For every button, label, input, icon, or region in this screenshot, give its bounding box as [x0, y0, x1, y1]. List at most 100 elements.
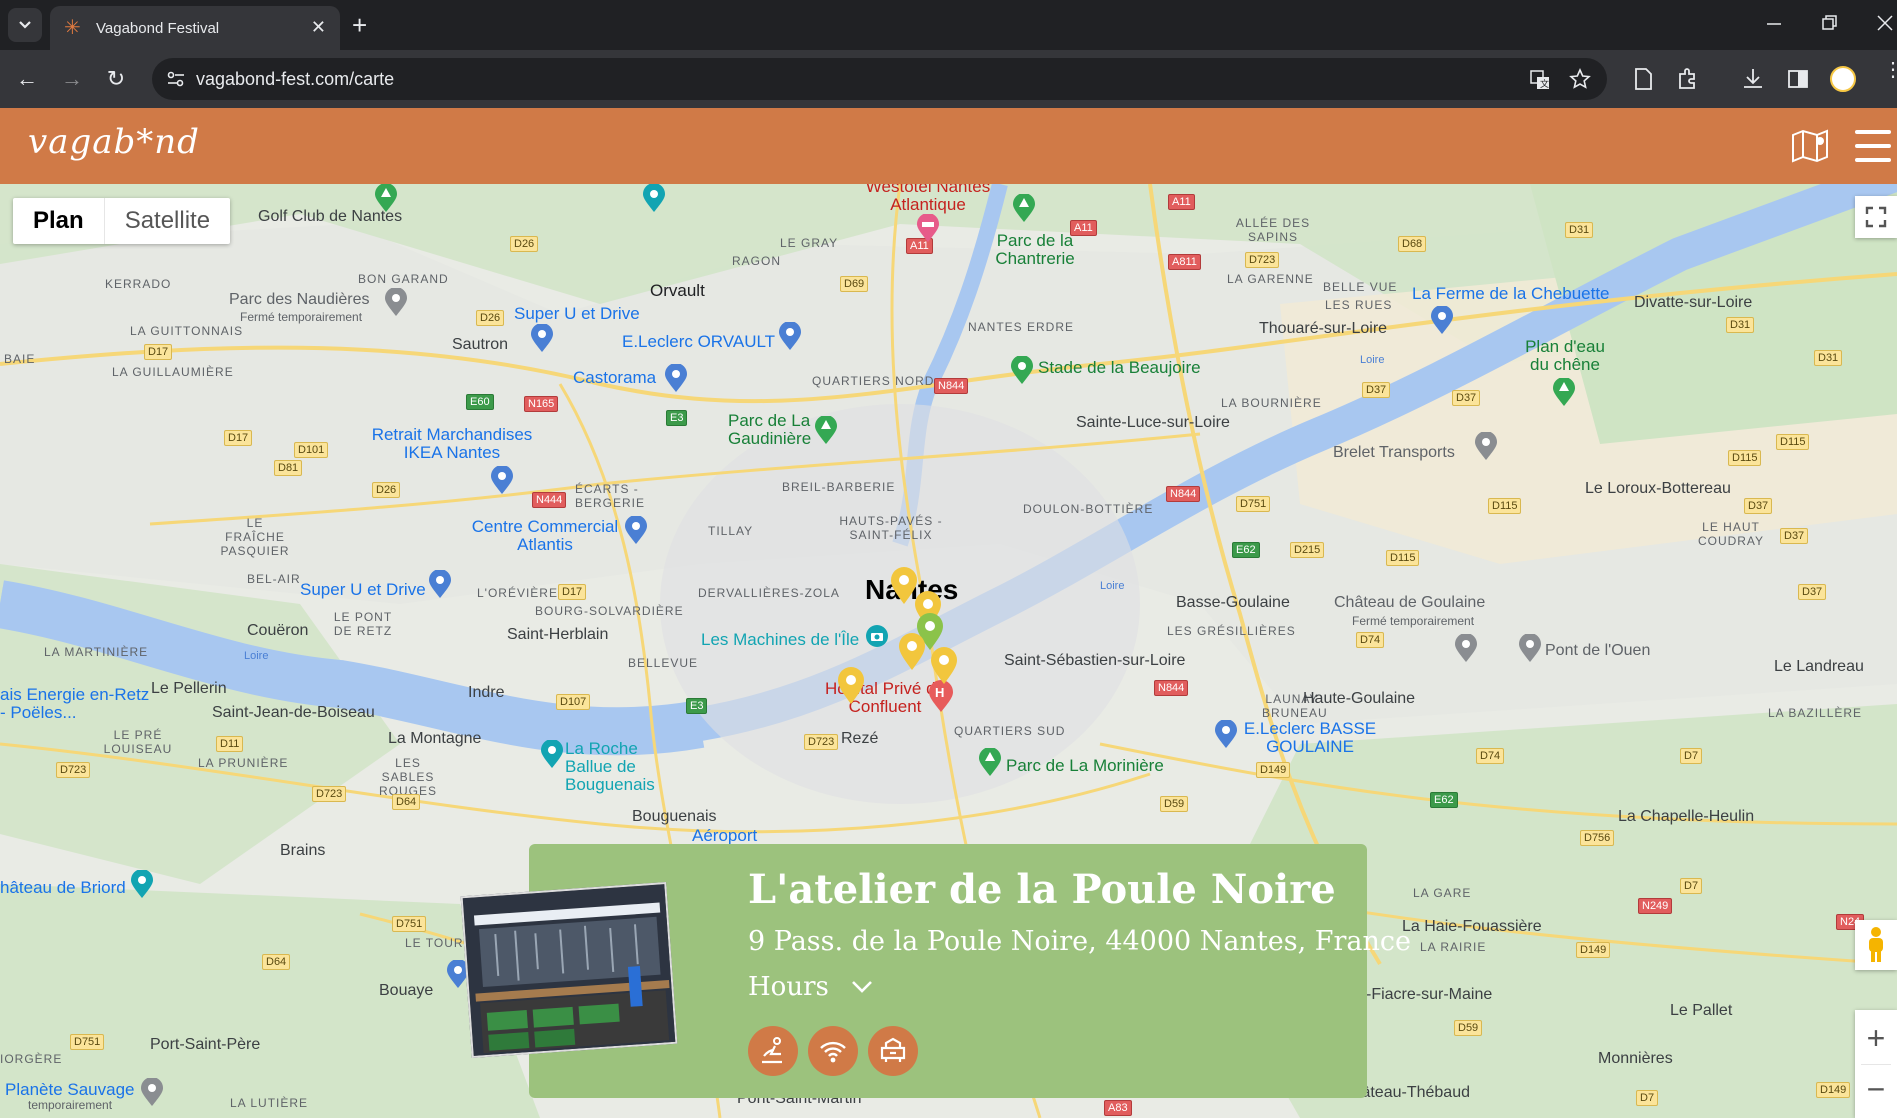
map-label: LA GUITTONNAIS [130, 324, 244, 338]
amenity-wifi[interactable] [808, 1026, 858, 1076]
venue-marker-yellow[interactable] [836, 666, 866, 706]
park-poi-icon[interactable] [374, 184, 398, 214]
restore-icon[interactable] [1820, 14, 1838, 32]
new-tab-button[interactable]: + [352, 12, 367, 38]
map-label: La Chapelle-Heulin [1618, 808, 1755, 825]
site-logo[interactable]: vagab*nd [28, 122, 200, 162]
profile-avatar[interactable] [1830, 66, 1856, 92]
place-poi-icon[interactable] [1474, 432, 1498, 462]
map-label: Basse-Goulaine [1176, 594, 1290, 611]
venue-marker-yellow[interactable] [897, 632, 927, 672]
map-label: -Fiacre-sur-Maine [1366, 986, 1493, 1003]
bookmark-star-icon[interactable] [1569, 68, 1591, 90]
forward-icon[interactable]: → [57, 64, 87, 94]
theme-park-poi-icon[interactable] [140, 1078, 164, 1108]
reading-list-icon[interactable] [1630, 66, 1656, 92]
map-label: LE FRAÎCHE PASQUIER [220, 516, 290, 558]
road-shield: D115 [1728, 450, 1762, 466]
tab-search-button[interactable] [8, 8, 42, 42]
map-label: Brelet Transports [1333, 444, 1455, 461]
browser-toolbar: ← → ↻ vagabond-fest.com/carte 文 ⋮ [0, 50, 1897, 108]
food-icon [880, 1037, 906, 1062]
road-shield: E3 [686, 698, 708, 714]
road-shield: E3 [666, 410, 688, 426]
map-label: Aéroport [692, 826, 758, 845]
amenity-accessible[interactable] [748, 1026, 798, 1076]
map-label: La Roche Ballue de Bouguenais [565, 739, 655, 794]
map-label: Sainte-Luce-sur-Loire [1076, 414, 1230, 431]
map-label: BELLEVUE [628, 656, 699, 670]
shopping-poi-icon[interactable] [664, 364, 688, 394]
shopping-poi-icon[interactable] [1214, 720, 1238, 750]
road-shield: D751 [392, 916, 427, 932]
road-shield: A11 [1168, 194, 1195, 210]
street-view-pegman[interactable] [1855, 920, 1897, 970]
road-shield: D115 [1386, 550, 1420, 566]
menu-hamburger-icon[interactable] [1855, 130, 1891, 162]
museum-poi-icon[interactable] [642, 184, 666, 214]
map-label: Thouaré-sur-Loire [1259, 320, 1388, 337]
shopping-poi-icon[interactable] [490, 466, 514, 496]
side-panel-icon[interactable] [1785, 66, 1811, 92]
tab-close-icon[interactable]: ✕ [311, 18, 326, 36]
park-poi-icon[interactable] [978, 748, 1002, 778]
map-label: LE GRAY [780, 236, 839, 250]
translate-icon[interactable]: 文 [1529, 69, 1551, 91]
place-poi-icon[interactable] [1518, 634, 1542, 664]
map-icon[interactable] [1790, 127, 1830, 165]
close-window-icon[interactable] [1876, 14, 1894, 32]
stadium-poi-icon[interactable] [1010, 356, 1034, 386]
extensions-icon[interactable] [1675, 66, 1701, 92]
zoom-control: + − [1855, 1010, 1897, 1118]
map-label: Bouaye [379, 982, 434, 999]
zoom-out-button[interactable]: − [1855, 1065, 1897, 1115]
fullscreen-button[interactable] [1855, 196, 1897, 238]
road-shield: E62 [1430, 792, 1458, 808]
park-poi-icon[interactable] [814, 416, 838, 446]
museum-poi-icon[interactable] [384, 288, 408, 318]
shopping-poi-icon[interactable] [778, 322, 802, 352]
browser-menu-icon[interactable]: ⋮ [1883, 60, 1897, 92]
map-label: LA PRUNIÈRE [198, 756, 289, 770]
zoom-in-button[interactable]: + [1855, 1014, 1897, 1064]
map-label: BEL-AIR [247, 572, 301, 586]
svg-text:H: H [935, 685, 944, 700]
shopping-poi-icon[interactable] [1430, 306, 1454, 336]
back-icon[interactable]: ← [12, 64, 42, 94]
address-bar[interactable]: vagabond-fest.com/carte 文 [152, 58, 1607, 100]
shopping-poi-icon[interactable] [428, 570, 452, 600]
map-type-plan-button[interactable]: Plan [13, 198, 104, 244]
site-info-icon[interactable] [166, 69, 186, 89]
map-label: Loire [1360, 354, 1385, 366]
map-label: LE PONT DE RETZ [333, 610, 393, 638]
hotel-poi-icon[interactable] [916, 214, 940, 244]
map-type-satellite-button[interactable]: Satellite [103, 198, 230, 244]
amenity-food[interactable] [868, 1026, 918, 1076]
map-label: Super U et Drive [300, 580, 426, 599]
minimize-icon[interactable] [1765, 14, 1783, 32]
park-poi-icon[interactable] [1552, 378, 1576, 408]
place-poi-icon[interactable] [1454, 634, 1478, 664]
map-label: Westotel Nantes Atlantique [865, 184, 991, 214]
road-shield: D751 [1236, 496, 1271, 512]
road-shield: D59 [1454, 1020, 1483, 1036]
road-shield: D723 [804, 734, 839, 750]
theme-park-poi-icon[interactable] [540, 740, 564, 770]
venue-title: L'atelier de la Poule Noire [748, 866, 1336, 913]
hours-toggle[interactable]: Hours [748, 972, 873, 1002]
reload-icon[interactable]: ↻ [101, 64, 131, 94]
shopping-poi-icon[interactable] [530, 324, 554, 354]
park-poi-icon[interactable] [1012, 194, 1036, 224]
camera-poi-icon[interactable] [865, 624, 889, 648]
road-shield: D17 [224, 430, 253, 446]
road-shield: D37 [1744, 498, 1773, 514]
road-shield: N844 [1154, 680, 1189, 696]
browser-tab-active[interactable]: ✳ Vagabond Festival ✕ [50, 6, 340, 50]
map-label: Castorama [573, 368, 657, 387]
shopping-poi-icon[interactable] [624, 516, 648, 546]
venue-marker-yellow[interactable] [929, 646, 959, 686]
map-label: L'ORÉVIÈRE [477, 586, 558, 600]
theme-park-poi-icon[interactable] [130, 870, 154, 900]
download-icon[interactable] [1740, 66, 1766, 92]
map-label: LE TOUR [405, 936, 464, 950]
